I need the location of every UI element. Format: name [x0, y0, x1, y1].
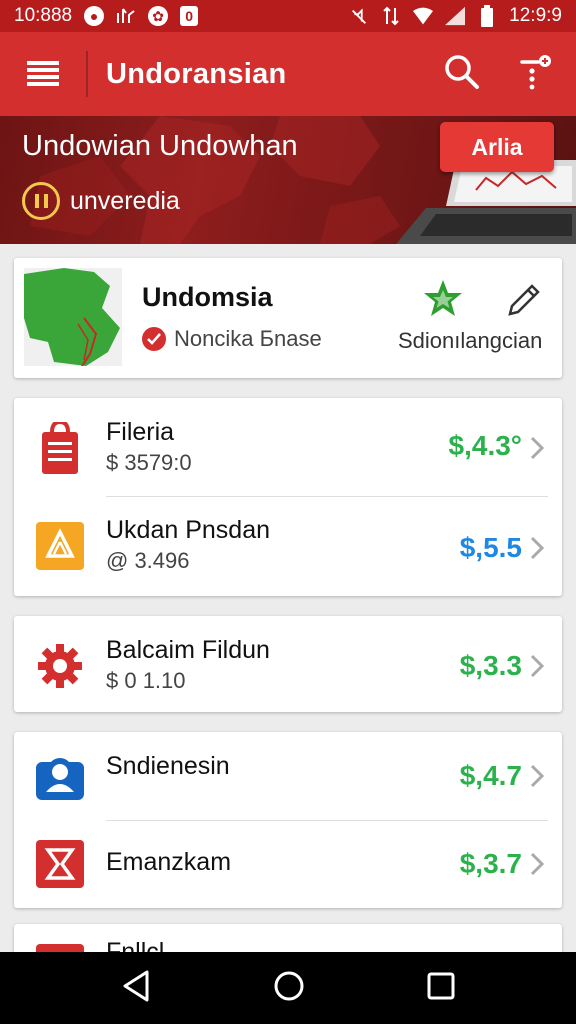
row-subtitle: $ 3579:0: [106, 450, 192, 475]
chevron-right-icon: [530, 436, 544, 460]
row-subtitle: $ 0 1.10: [106, 668, 186, 693]
signal-app-icon: [116, 6, 136, 26]
recents-button[interactable]: [427, 972, 455, 1005]
row-title: Fileria: [106, 418, 175, 446]
status-bar: 10:888 ● ✿ 0 12:9:9: [0, 0, 576, 32]
list-item[interactable]: Ukdan Pnsdan @ 3.496 $,5.5: [14, 496, 562, 596]
accounts-card-1: Fileria $ 3579:0 $,4.3° Ukdan Pnsdan @ 3…: [14, 398, 562, 596]
chevron-right-icon: [530, 764, 544, 788]
list-item[interactable]: Sndienesin $,4.7: [14, 732, 562, 820]
list-item[interactable]: Balcaim Fildun $ 0 1.10 $,3.3: [14, 616, 562, 716]
signal-icon: [445, 6, 466, 26]
chevron-right-icon: [530, 654, 544, 678]
chevron-right-icon: [530, 536, 544, 560]
hamburger-icon: [27, 61, 59, 86]
row-title: Emanzkam: [106, 848, 232, 876]
favorite-button[interactable]: [422, 278, 464, 323]
profile-link[interactable]: Sdionılangcian: [398, 328, 542, 354]
user-icon: [36, 752, 84, 800]
gear-icon: [36, 642, 84, 690]
row-subtitle: @ 3.496: [106, 548, 190, 573]
mute-icon: [349, 6, 369, 26]
back-triangle-icon: [123, 970, 149, 1001]
row-value: $,4.3°: [448, 430, 522, 461]
search-button[interactable]: [444, 54, 480, 95]
hero-banner: Undowian Undowhan unveredia Arlia: [0, 116, 576, 244]
banner-title: Undowian Undowhan: [22, 130, 298, 162]
status-time-left: 10:888: [14, 5, 73, 26]
row-title: Balcaim Fildun: [106, 636, 270, 664]
hourglass-icon: [36, 840, 84, 888]
home-circle-icon: [274, 971, 304, 1000]
battery-icon: [477, 5, 497, 27]
messenger-icon: ●: [84, 6, 105, 26]
laptop-graphic: [396, 160, 576, 244]
row-value: $,5.5: [459, 532, 522, 563]
edit-button[interactable]: [504, 280, 544, 325]
country-map-thumbnail: [24, 268, 122, 366]
up-arrow-icon: [36, 522, 84, 570]
back-button[interactable]: [121, 969, 151, 1008]
pencil-icon: [508, 284, 540, 316]
app-bar: Undoransian: [0, 32, 576, 116]
row-value: $,3.3: [459, 650, 522, 681]
pause-icon[interactable]: [22, 182, 60, 220]
verified-check-icon: [142, 327, 166, 351]
menu-button[interactable]: [0, 32, 86, 116]
row-title: Sndienesin: [106, 752, 230, 780]
profile-status-text: Noncika Бnase: [174, 326, 322, 351]
list-item[interactable]: Fileria $ 3579:0 $,4.3°: [14, 398, 562, 498]
accounts-card-3: Sndienesin $,4.7 Emanzkam $,3.7: [14, 732, 562, 908]
row-title: Ukdan Pnsdan: [106, 516, 271, 544]
data-icon: [381, 6, 401, 26]
search-icon: [445, 54, 479, 89]
star-icon: [424, 280, 462, 316]
recents-square-icon: [427, 972, 455, 999]
accounts-card-2: Balcaim Fildun $ 0 1.10 $,3.3: [14, 616, 562, 712]
app-notification-icon: ✿: [148, 6, 169, 26]
notification-count-badge: 0: [180, 6, 199, 26]
banner-subtitle: unveredia: [70, 186, 180, 215]
row-value: $,3.7: [459, 848, 522, 879]
more-options-button[interactable]: [518, 54, 554, 95]
banner-subtitle-row: unveredia: [22, 182, 180, 220]
more-options-icon: [520, 54, 551, 89]
list-item[interactable]: Emanzkam $,3.7: [14, 820, 562, 908]
chevron-right-icon: [530, 852, 544, 876]
app-bar-divider: [86, 51, 88, 97]
bag-icon: [36, 422, 84, 474]
profile-name: Undomsia: [142, 282, 273, 312]
wifi-icon: [413, 6, 434, 26]
profile-status: Noncika Бnase: [142, 326, 322, 352]
home-button[interactable]: [273, 970, 305, 1007]
app-title: Undoransian: [106, 57, 287, 90]
system-nav-bar: [0, 952, 576, 1024]
status-time-right: 12:9:9: [509, 5, 562, 26]
profile-card[interactable]: Undomsia Noncika Бnase Sdionılangcian: [14, 258, 562, 378]
banner-action-button[interactable]: Arlia: [440, 122, 554, 172]
row-value: $,4.7: [459, 760, 522, 791]
